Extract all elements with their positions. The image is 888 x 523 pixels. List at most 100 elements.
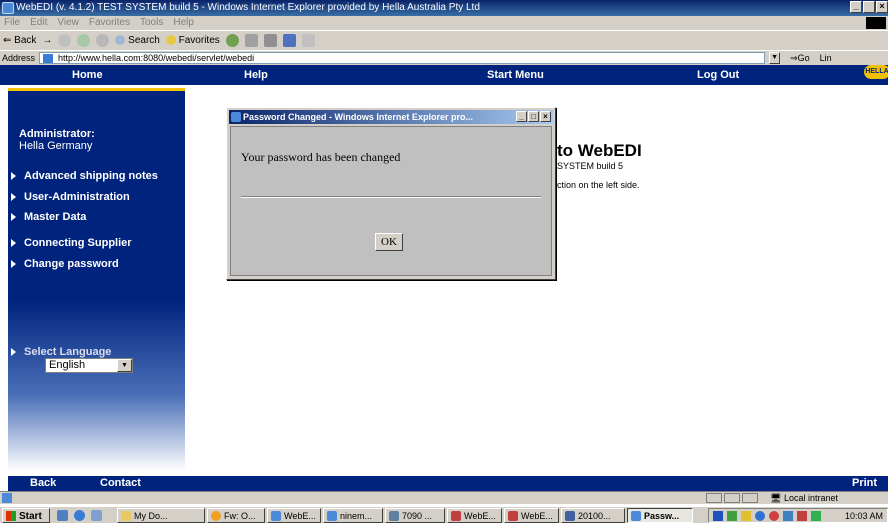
- back-button[interactable]: ⇐ Back: [3, 32, 36, 50]
- arrow-right-icon: [11, 239, 16, 247]
- outlook-icon[interactable]: [57, 510, 68, 521]
- menu-view[interactable]: View: [57, 16, 79, 30]
- security-zone: 🖥 Local intranet: [770, 493, 838, 503]
- dialog-maximize-button[interactable]: □: [528, 111, 539, 122]
- ie-icon: [327, 511, 337, 521]
- menu-file[interactable]: File: [4, 16, 20, 30]
- sidebar-item-user-administration[interactable]: User-Administration: [11, 191, 130, 203]
- menu-help[interactable]: Help: [173, 16, 194, 30]
- task-mail[interactable]: Fw: O...: [207, 508, 265, 523]
- welcome-hint: ction on the left side.: [557, 180, 640, 190]
- page-status-icon: [2, 493, 12, 503]
- menu-favorites[interactable]: Favorites: [89, 16, 130, 30]
- language-label-text: Select Language: [24, 346, 112, 358]
- dialog-controls: _ □ ×: [516, 111, 551, 122]
- home-icon[interactable]: [96, 34, 110, 47]
- desktop-icon[interactable]: [91, 510, 102, 521]
- sidebar-item-change-password[interactable]: Change password: [11, 258, 119, 270]
- sidebar-item-master-data[interactable]: Master Data: [11, 211, 86, 223]
- nav-help[interactable]: Help: [244, 65, 268, 85]
- language-select[interactable]: English ▼: [45, 358, 133, 373]
- go-button[interactable]: ⇒Go: [790, 51, 810, 65]
- arrow-right-icon: [11, 260, 16, 268]
- select-language-label: Select Language: [11, 346, 111, 358]
- menu-tools[interactable]: Tools: [140, 16, 163, 30]
- links-button[interactable]: Lin: [820, 51, 832, 65]
- minimize-button[interactable]: _: [850, 1, 862, 13]
- app-icon: [508, 511, 518, 521]
- search-button[interactable]: Search: [115, 32, 160, 50]
- nav-print[interactable]: Print: [852, 476, 877, 491]
- tray-icon[interactable]: [755, 511, 765, 521]
- tray-icon[interactable]: [769, 511, 779, 521]
- search-icon: [115, 34, 126, 45]
- window-title: WebEDI (v. 4.1.2) TEST SYSTEM build 5 - …: [16, 2, 480, 13]
- nav-start-menu[interactable]: Start Menu: [487, 65, 544, 85]
- task-webedi-1[interactable]: WebE...: [267, 508, 321, 523]
- tray-icon[interactable]: [727, 511, 737, 521]
- task-webedi-2[interactable]: WebE...: [447, 508, 502, 523]
- task-webedi-3[interactable]: WebE...: [504, 508, 559, 523]
- tray-icon[interactable]: [783, 511, 793, 521]
- sidebar-item-advanced-shipping-notes[interactable]: Advanced shipping notes: [11, 170, 158, 182]
- ie-icon: [271, 511, 281, 521]
- url-dropdown-button[interactable]: ▼: [769, 52, 781, 64]
- discuss-icon[interactable]: [301, 34, 315, 47]
- refresh-icon[interactable]: [77, 34, 91, 47]
- folder-icon: [121, 511, 131, 521]
- task-7090[interactable]: 7090 ...: [385, 508, 445, 523]
- sidebar: Administrator: Hella Germany Advanced sh…: [8, 91, 185, 471]
- task-label: 7090 ...: [402, 511, 433, 521]
- ie-icon: [2, 2, 14, 14]
- tray-icon[interactable]: [741, 511, 751, 521]
- nav-home[interactable]: Home: [72, 65, 103, 85]
- edit-icon[interactable]: [282, 34, 296, 47]
- welcome-heading: to WebEDI: [557, 141, 642, 160]
- window-controls: _ ×: [850, 1, 888, 13]
- status-segment: [724, 493, 740, 503]
- favorites-label: Favorites: [178, 34, 220, 46]
- task-ninem[interactable]: ninem...: [323, 508, 383, 523]
- ok-button[interactable]: OK: [375, 233, 403, 251]
- menu-edit[interactable]: Edit: [30, 16, 47, 30]
- print-icon[interactable]: [263, 34, 277, 47]
- status-segment: [742, 493, 758, 503]
- user-role: Administrator:: [19, 128, 95, 140]
- hella-logo: HELLA: [864, 65, 888, 79]
- task-label: WebE...: [284, 511, 316, 521]
- task-label: ninem...: [340, 511, 373, 521]
- address-bar: Address http://www.hella.com:8080/webedi…: [0, 51, 888, 65]
- url-field[interactable]: http://www.hella.com:8080/webedi/servlet…: [39, 52, 766, 64]
- tray-icon[interactable]: [713, 511, 723, 521]
- close-button[interactable]: ×: [876, 1, 888, 13]
- favorites-button[interactable]: Favorites: [165, 32, 220, 50]
- maximize-button[interactable]: [863, 1, 875, 13]
- dialog-minimize-button[interactable]: _: [516, 111, 527, 122]
- menu-bar: File Edit View Favorites Tools Help: [0, 16, 888, 30]
- dialog-message: Your password has been changed: [241, 150, 401, 164]
- arrow-right-icon: [11, 172, 16, 180]
- taskbar: Start My Do... Fw: O... WebE... ninem...…: [0, 506, 888, 523]
- sidebar-item-label: User-Administration: [24, 191, 130, 203]
- sidebar-item-label: Advanced shipping notes: [24, 170, 158, 182]
- task-my-documents[interactable]: My Do...: [117, 508, 205, 523]
- window-titlebar: WebEDI (v. 4.1.2) TEST SYSTEM build 5 - …: [0, 0, 888, 16]
- nav-log-out[interactable]: Log Out: [697, 65, 739, 85]
- sidebar-item-connecting-supplier[interactable]: Connecting Supplier: [11, 237, 132, 249]
- document-icon: [565, 511, 575, 521]
- start-button[interactable]: Start: [2, 508, 50, 523]
- top-navigation: Home Help Start Menu Log Out HELLA: [0, 65, 888, 85]
- status-segment: [706, 493, 722, 503]
- stop-icon[interactable]: [58, 34, 72, 47]
- tray-icon[interactable]: [797, 511, 807, 521]
- forward-button[interactable]: →: [42, 32, 52, 50]
- dialog-close-button[interactable]: ×: [540, 111, 551, 122]
- task-password-changed[interactable]: Passw...: [627, 508, 693, 523]
- task-20100[interactable]: 20100...: [561, 508, 625, 523]
- nav-contact[interactable]: Contact: [100, 476, 141, 491]
- nav-back[interactable]: Back: [30, 476, 56, 491]
- mail-icon[interactable]: [244, 34, 258, 47]
- tray-icon[interactable]: [811, 511, 821, 521]
- history-icon[interactable]: [225, 34, 239, 47]
- ie-quicklaunch-icon[interactable]: [74, 510, 85, 521]
